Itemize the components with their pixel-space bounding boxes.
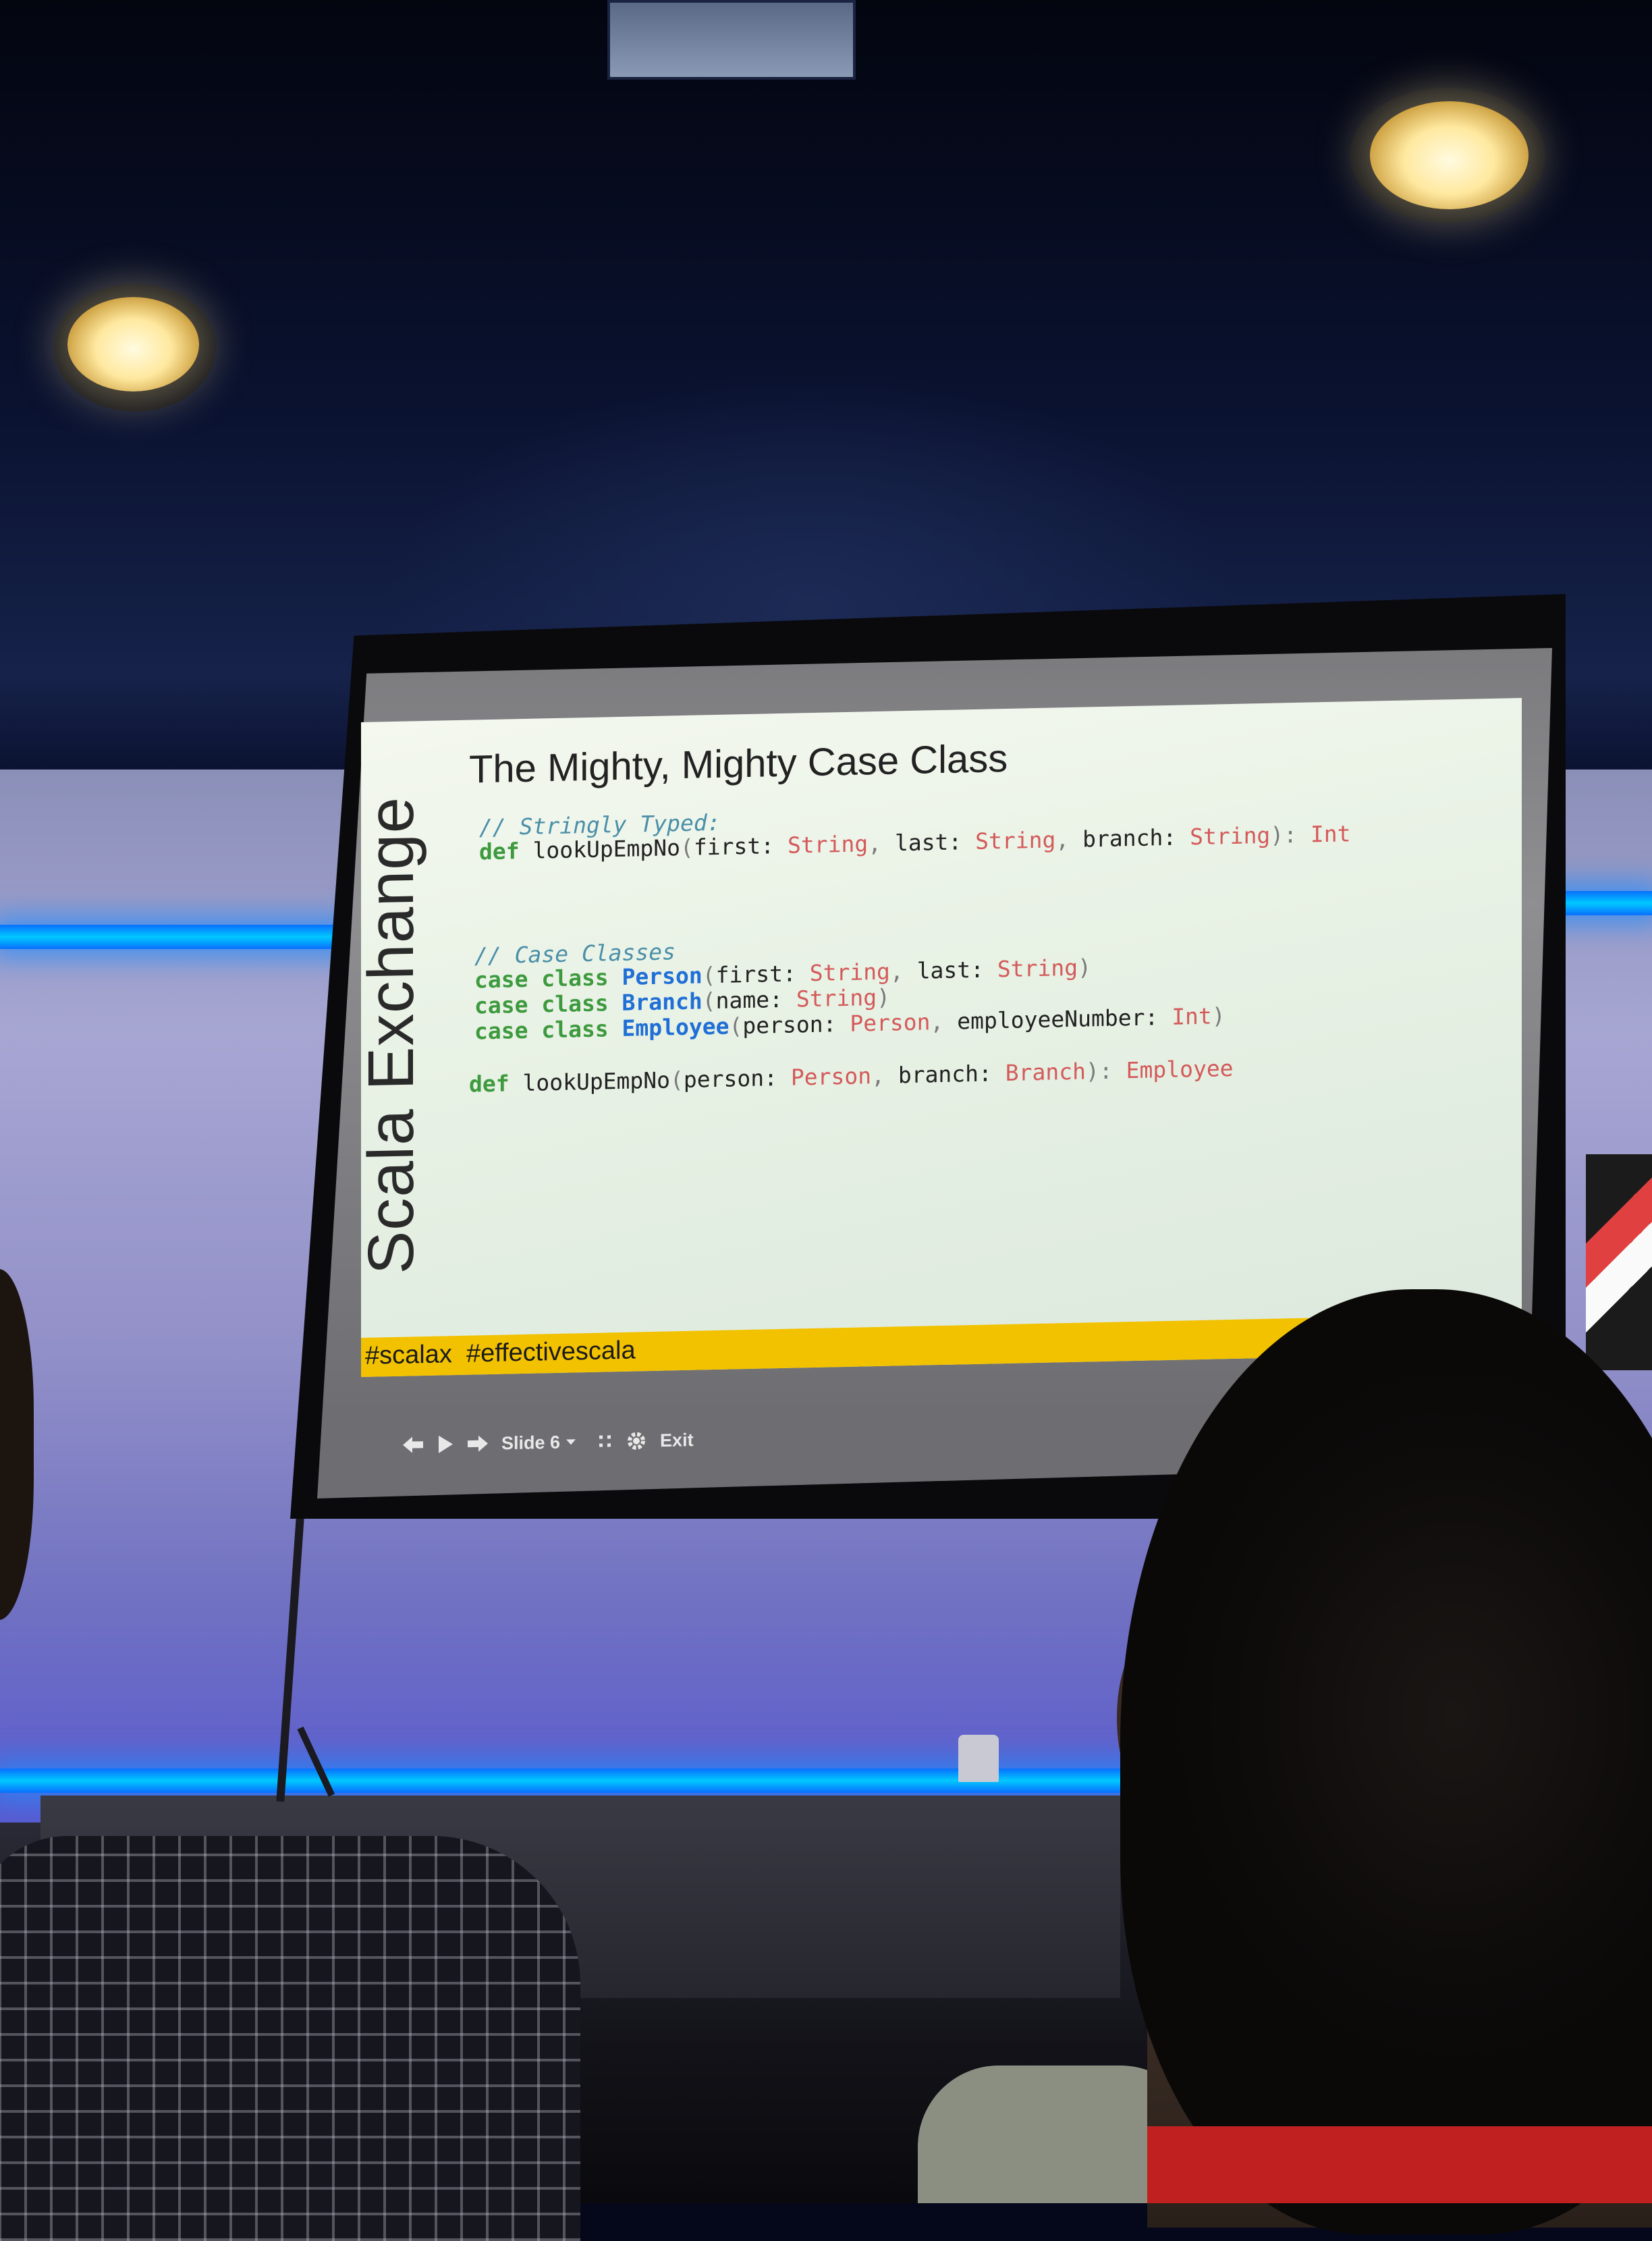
slide-selector[interactable]: Slide 6 <box>501 1432 576 1454</box>
code-token: Int <box>1310 820 1351 848</box>
audience-red-collar <box>1147 2126 1652 2203</box>
code-token: String <box>787 830 869 859</box>
code-token: branch: <box>898 1060 1006 1089</box>
code-token: String <box>1190 821 1271 850</box>
slide-number-label: Slide 6 <box>501 1432 561 1453</box>
back-arrow-icon[interactable] <box>402 1435 424 1455</box>
slide-title: The Mighty, Mighty Case Class <box>469 736 1008 792</box>
code-token: ( <box>680 834 694 861</box>
neon-strip-upper-left <box>0 925 351 949</box>
code-token: String <box>997 954 1078 983</box>
code-token: ( <box>729 1013 743 1040</box>
code-token: , <box>889 957 917 985</box>
presentation-slide: Scala Exchange The Mighty, Mighty Case C… <box>361 697 1522 1377</box>
code-token: last: <box>916 956 997 984</box>
code-token: Employee <box>622 1013 729 1042</box>
gear-icon[interactable] <box>625 1429 648 1453</box>
code-token: case class <box>474 989 622 1019</box>
ceiling-light-right <box>1370 101 1529 209</box>
chevron-down-icon <box>566 1439 576 1445</box>
hashtags-text: #scalax #effectivescala <box>365 1336 636 1370</box>
code-token: person: <box>742 1010 850 1040</box>
ceiling-panel <box>607 0 856 80</box>
code-token: Person <box>622 962 703 990</box>
code-token: lookUpEmpNo <box>509 1066 671 1097</box>
code-token: ) <box>1078 954 1091 981</box>
code-token: branch: <box>1082 824 1190 853</box>
code-token: case class <box>474 1015 622 1045</box>
conference-side-label: Scala Exchange <box>361 796 427 1276</box>
code-token: Person <box>850 1008 931 1037</box>
code-token: , <box>930 1008 958 1035</box>
grid-icon[interactable] <box>598 1434 613 1449</box>
code-token: Branch <box>622 988 703 1016</box>
code-token: ) <box>877 983 890 1010</box>
code-token: String <box>975 826 1056 855</box>
forward-arrow-icon[interactable] <box>466 1434 489 1454</box>
code-token: case class <box>474 963 622 994</box>
code-token: ( <box>702 987 716 1015</box>
code-token: first: <box>715 960 810 988</box>
code-token: def <box>469 1070 510 1098</box>
code-token: String <box>796 983 877 1013</box>
code-token: ( <box>702 961 716 989</box>
code-token: String <box>809 958 890 987</box>
code-token: ) <box>1211 1002 1226 1029</box>
code-token: employeeNumber: <box>957 1003 1172 1035</box>
code-token: , <box>868 830 895 857</box>
decorative-wall-panel <box>1586 1154 1652 1370</box>
play-icon[interactable] <box>437 1434 454 1454</box>
code-token: Person <box>790 1062 872 1091</box>
code-token: Int <box>1172 1002 1212 1030</box>
code-token: person: <box>683 1064 791 1093</box>
code-token: ): <box>1086 1057 1126 1085</box>
code-token: ): <box>1270 821 1311 848</box>
floor-speaker <box>958 1735 999 1782</box>
ceiling-light-left <box>67 297 199 392</box>
code-token: first: <box>693 832 788 861</box>
code-token: last: <box>894 828 976 857</box>
code-token: lookUpEmpNo <box>519 834 681 865</box>
code-token: name: <box>715 986 796 1014</box>
code-token: ( <box>670 1066 684 1094</box>
presentation-controls: Slide 6 Exit <box>402 1423 694 1462</box>
code-token: , <box>1055 826 1083 853</box>
code-token: Branch <box>1005 1058 1086 1087</box>
code-line: def lookUpEmpNo(person: Person, branch: … <box>469 1055 1234 1098</box>
audience-member-plaid-shirt <box>0 1836 580 2241</box>
exit-button[interactable]: Exit <box>660 1430 694 1451</box>
code-token: Employee <box>1126 1054 1234 1084</box>
audience-head-right <box>1120 1289 1652 2234</box>
code-token: , <box>871 1062 898 1089</box>
code-token: def <box>479 838 520 865</box>
